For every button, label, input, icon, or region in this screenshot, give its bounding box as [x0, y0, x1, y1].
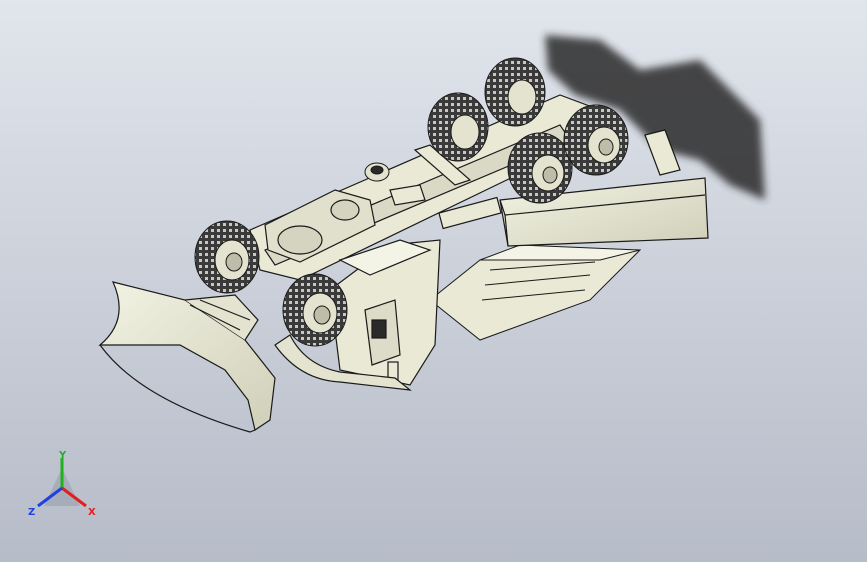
y-axis-label: Y	[58, 450, 67, 461]
wheel-front-right	[282, 273, 348, 347]
wheel-rear-2	[484, 57, 546, 127]
front-plow-blade	[98, 281, 276, 433]
air-horn-part	[364, 162, 390, 182]
z-axis-label: Z	[28, 507, 35, 518]
wheel-rear-3	[507, 132, 573, 204]
wheel-rear-4	[563, 104, 629, 176]
wheel-rear-1	[427, 92, 489, 162]
graphics-viewport[interactable]: Y X Z	[0, 0, 867, 562]
rear-plow-base	[429, 244, 642, 341]
x-axis-label: X	[88, 507, 96, 518]
coordinate-triad: Y X Z	[24, 448, 104, 524]
wheel-front-left	[194, 220, 260, 294]
truck-model-render[interactable]	[0, 0, 867, 562]
